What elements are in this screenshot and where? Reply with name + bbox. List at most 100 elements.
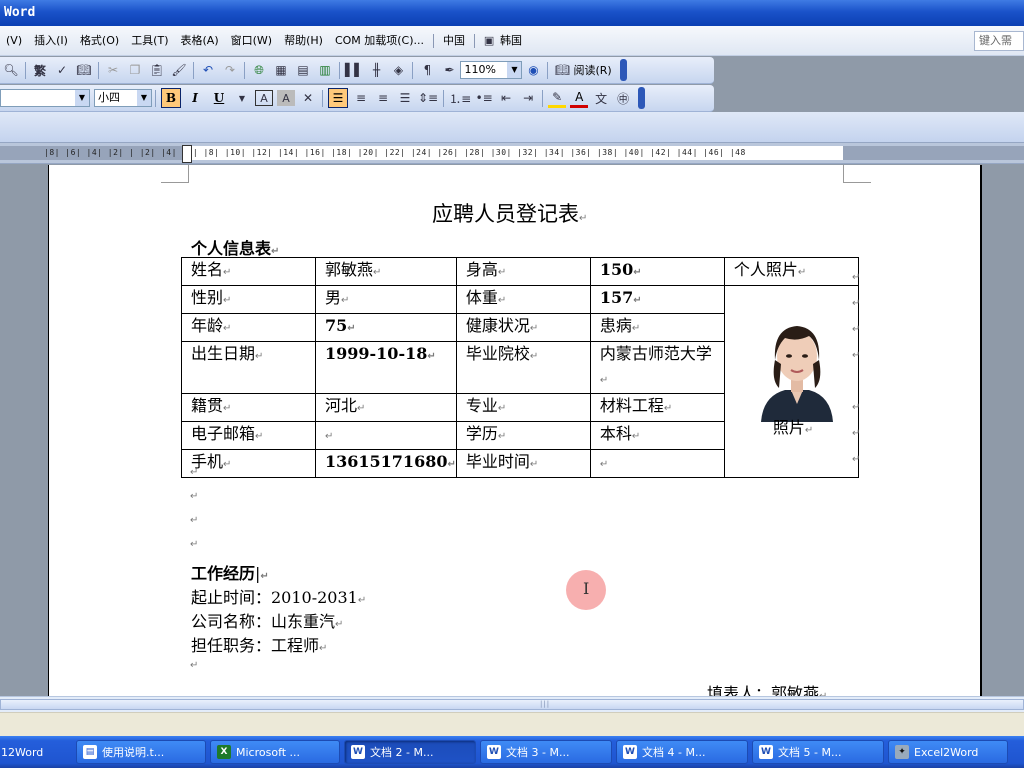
- horizontal-scrollbar[interactable]: |||: [0, 696, 1024, 712]
- table-cell-label[interactable]: 学历↵: [455, 421, 591, 450]
- table-cell-value[interactable]: 13615171680↵: [315, 449, 457, 478]
- char-border-icon[interactable]: A: [255, 90, 273, 106]
- taskbar-item-doc4[interactable]: W 文档 4 - M...: [616, 740, 748, 764]
- font-color-icon[interactable]: A: [570, 88, 589, 108]
- insert-table-icon[interactable]: ▤: [294, 60, 312, 80]
- taskbar-item-doc2[interactable]: W 文档 2 - M...: [344, 740, 476, 764]
- table-cell-value[interactable]: 150↵: [589, 257, 725, 286]
- undo-icon[interactable]: ↶: [199, 60, 217, 80]
- indent-marker[interactable]: [182, 145, 192, 163]
- document-map-icon[interactable]: ◈: [389, 60, 407, 80]
- bold-button[interactable]: B: [161, 88, 181, 108]
- taskbar-item-doc3[interactable]: W 文档 3 - M...: [480, 740, 612, 764]
- table-cell-label[interactable]: 体重↵: [455, 285, 591, 314]
- table-cell-value[interactable]: 75↵: [315, 313, 457, 342]
- toolbar-options-grip[interactable]: [619, 59, 627, 81]
- font-name-select[interactable]: ▼: [0, 89, 90, 107]
- underline-options-icon[interactable]: ▼: [233, 88, 251, 108]
- table-cell-label[interactable]: 电子邮箱↵: [181, 421, 316, 450]
- menu-korea[interactable]: 韩国: [500, 30, 528, 52]
- insert-excel-icon[interactable]: ▥: [316, 60, 334, 80]
- table-cell-label[interactable]: 年龄↵: [181, 313, 316, 342]
- print-preview-icon[interactable]: 🔍︎: [2, 60, 20, 80]
- help-search-input[interactable]: 键入需: [974, 31, 1024, 51]
- table-cell-value[interactable]: 本科↵: [589, 421, 725, 450]
- table-cell-label[interactable]: 姓名↵: [181, 257, 316, 286]
- increase-indent-icon[interactable]: ⇥: [519, 88, 537, 108]
- table-cell-value[interactable]: 157↵: [589, 285, 725, 314]
- numbering-icon[interactable]: ⒈≡: [449, 88, 471, 108]
- table-cell-label[interactable]: 毕业院校↵: [455, 341, 591, 394]
- font-size-select[interactable]: 小四 ▼: [94, 89, 152, 107]
- highlight-icon[interactable]: ✎: [548, 88, 567, 108]
- table-cell-label[interactable]: 毕业时间↵: [455, 449, 591, 478]
- spelling-icon[interactable]: ✓: [53, 60, 71, 80]
- table-cell-value[interactable]: 1999-10-18↵: [315, 341, 457, 394]
- tables-borders-icon[interactable]: ▦: [272, 60, 290, 80]
- menu-help[interactable]: 帮助(H): [278, 30, 329, 52]
- table-cell-label[interactable]: 身高↵: [455, 257, 591, 286]
- justify-icon[interactable]: ☰: [396, 88, 414, 108]
- decrease-indent-icon[interactable]: ⇤: [497, 88, 515, 108]
- taskbar-item-excel2word[interactable]: ✦ Excel2Word: [888, 740, 1008, 764]
- photo-cell[interactable]: 照片↵: [723, 285, 859, 478]
- translate-icon[interactable]: ▣: [480, 31, 498, 51]
- help-icon[interactable]: ◉: [524, 60, 542, 80]
- align-right-icon[interactable]: ≡: [374, 88, 392, 108]
- table-cell-value[interactable]: ↵: [589, 449, 725, 478]
- hyperlink-icon[interactable]: 🌐︎: [250, 60, 268, 80]
- read-icon[interactable]: 📖︎: [553, 60, 571, 80]
- table-cell-value[interactable]: 郭敏燕↵: [315, 257, 457, 286]
- table-cell-label[interactable]: 出生日期↵: [181, 341, 316, 394]
- menu-table[interactable]: 表格(A): [175, 30, 225, 52]
- scrollbar-thumb[interactable]: [0, 699, 1024, 710]
- table-cell-label[interactable]: 手机↵: [181, 449, 316, 478]
- table-cell-label[interactable]: 专业↵: [455, 393, 591, 422]
- char-shading-icon[interactable]: A: [277, 90, 295, 106]
- italic-button[interactable]: I: [185, 88, 205, 108]
- table-cell-value[interactable]: 内蒙古师范大学↵: [589, 341, 725, 394]
- redo-icon[interactable]: ↷: [221, 60, 239, 80]
- bullets-icon[interactable]: •≡: [475, 88, 493, 108]
- cut-icon[interactable]: ✂: [104, 60, 122, 80]
- menu-view[interactable]: (V): [0, 30, 28, 52]
- taskbar-item-12word[interactable]: 12Word: [0, 740, 72, 764]
- show-hide-icon[interactable]: ¶: [418, 60, 436, 80]
- ink-icon[interactable]: ✒: [440, 60, 458, 80]
- research-icon[interactable]: 📖︎: [75, 60, 93, 80]
- table-cell-label[interactable]: 籍贯↵: [181, 393, 316, 422]
- horizontal-ruler[interactable]: |8| |6| |4| |2| | |2| |4| |6| |8| |10| |…: [0, 142, 1024, 164]
- copy-icon[interactable]: ❐: [126, 60, 144, 80]
- drawing-icon[interactable]: ╫: [367, 60, 385, 80]
- columns-icon[interactable]: ▌▌: [345, 60, 363, 80]
- toolbar-options-grip[interactable]: [638, 87, 646, 109]
- underline-button[interactable]: U: [209, 88, 229, 108]
- menu-com-addins[interactable]: COM 加载项(C)...: [329, 30, 430, 52]
- line-spacing-icon[interactable]: ⇕≡: [418, 88, 438, 108]
- menu-format[interactable]: 格式(O): [74, 30, 125, 52]
- format-painter-icon[interactable]: 🖌︎: [170, 60, 188, 80]
- table-cell-value[interactable]: 河北↵: [315, 393, 457, 422]
- taskbar-item-microsoft[interactable]: X Microsoft ...: [210, 740, 340, 764]
- table-cell-value[interactable]: ↵: [315, 421, 457, 450]
- menu-tools[interactable]: 工具(T): [125, 30, 174, 52]
- table-cell-value[interactable]: 男↵: [315, 285, 457, 314]
- menu-window[interactable]: 窗口(W): [225, 30, 278, 52]
- taskbar-item-doc5[interactable]: W 文档 5 - M...: [752, 740, 884, 764]
- read-button-label[interactable]: 阅读(R): [573, 62, 611, 78]
- paste-icon[interactable]: 📋︎: [148, 60, 166, 80]
- table-cell-value[interactable]: 患病↵: [589, 313, 725, 342]
- table-cell-label[interactable]: 健康状况↵: [455, 313, 591, 342]
- taskbar-item-instructions[interactable]: ▤ 使用说明.t...: [76, 740, 206, 764]
- menu-insert[interactable]: 插入(I): [28, 30, 74, 52]
- table-cell-value[interactable]: 材料工程↵: [589, 393, 725, 422]
- enclose-char-icon[interactable]: ㊥: [614, 88, 632, 108]
- align-center-icon[interactable]: ≡: [352, 88, 370, 108]
- align-left-icon[interactable]: ☰: [328, 88, 348, 108]
- table-cell-label[interactable]: 性别↵: [181, 285, 316, 314]
- menu-china[interactable]: 中国: [437, 30, 471, 52]
- photo-header-cell[interactable]: 个人照片↵: [723, 257, 859, 286]
- zoom-select[interactable]: 110% ▼: [460, 61, 523, 79]
- char-scale-icon[interactable]: ✕: [299, 88, 317, 108]
- phonetic-guide-icon[interactable]: 文: [592, 88, 610, 108]
